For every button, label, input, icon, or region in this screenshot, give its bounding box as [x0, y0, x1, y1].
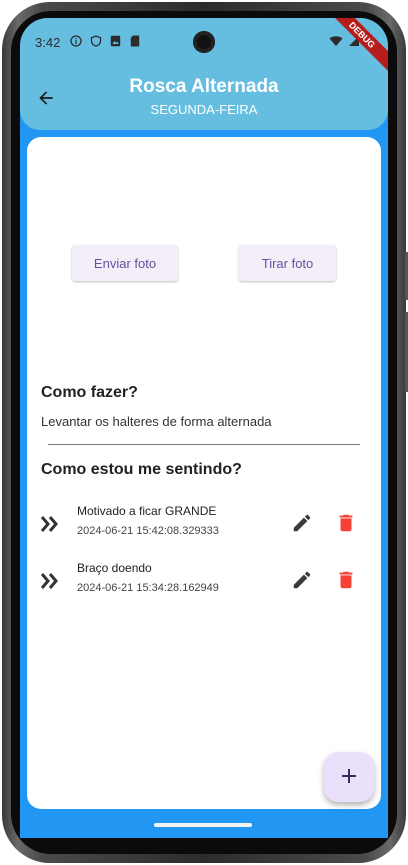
shield-icon — [90, 35, 102, 47]
list-item[interactable]: Motivado a ficar GRANDE 2024-06-21 15:42… — [27, 504, 381, 544]
double-chevron-right-icon — [41, 516, 58, 532]
how-to-text: Levantar os halteres de forma alternada — [41, 414, 272, 429]
take-photo-button[interactable]: Tirar foto — [239, 245, 336, 281]
how-to-heading: Como fazer? — [41, 384, 138, 401]
plus-icon — [342, 768, 356, 783]
feelings-heading: Como estou me sentindo? — [41, 461, 242, 478]
divider — [48, 444, 360, 445]
front-camera — [193, 31, 215, 53]
trash-icon[interactable] — [335, 512, 357, 534]
status-bar: 3:42 DEBUG — [20, 18, 388, 76]
screen: 3:42 DEBUG Rosca Alternada SEGUNDA-FEIRA… — [20, 18, 388, 838]
app-bar: 3:42 DEBUG Rosca Alternada SEGUNDA-FEIRA — [20, 18, 388, 130]
page-title: Rosca Alternada — [129, 76, 279, 97]
home-indicator[interactable] — [154, 823, 252, 827]
trash-icon[interactable] — [335, 569, 357, 591]
send-photo-button[interactable]: Enviar foto — [72, 245, 178, 281]
status-time: 3:42 — [35, 35, 61, 50]
pencil-icon[interactable] — [291, 512, 313, 534]
info-icon — [70, 35, 82, 47]
wifi-icon — [329, 36, 343, 46]
feeling-title: Braço doendo — [77, 561, 152, 575]
feeling-date: 2024-06-21 15:34:28.162949 — [77, 582, 219, 594]
sd-card-icon — [130, 35, 140, 47]
list-item[interactable]: Braço doendo 2024-06-21 15:34:28.162949 — [27, 561, 381, 601]
feeling-title: Motivado a ficar GRANDE — [77, 504, 217, 518]
page-subtitle: SEGUNDA-FEIRA — [150, 102, 258, 117]
exercise-card: Enviar foto Tirar foto Como fazer? Levan… — [27, 137, 381, 809]
photo-icon — [110, 35, 121, 47]
pencil-icon[interactable] — [291, 569, 313, 591]
feeling-date: 2024-06-21 15:42:08.329333 — [77, 525, 219, 537]
app-bar-titles: Rosca Alternada SEGUNDA-FEIRA — [20, 76, 388, 117]
double-chevron-right-icon — [41, 573, 58, 589]
add-feeling-button[interactable] — [324, 752, 374, 802]
